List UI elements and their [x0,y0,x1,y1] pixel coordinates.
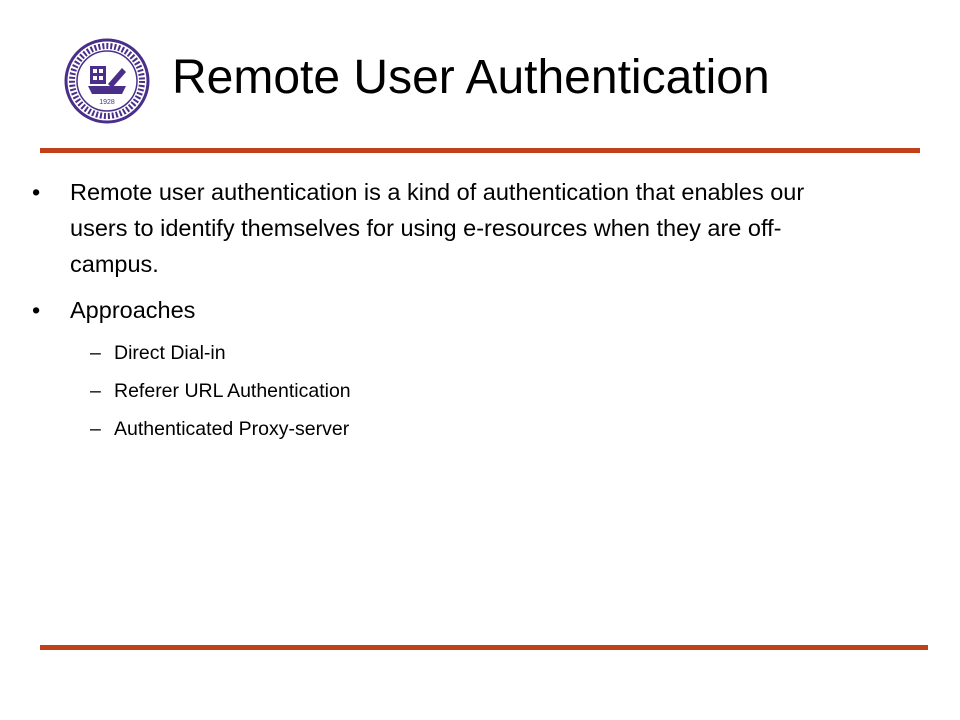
sub-marker: – [90,418,101,440]
sub-marker: – [90,380,101,402]
slide-body: • Remote user authentication is a kind o… [30,174,830,454]
bottom-divider [40,645,928,650]
bullet-marker: • [32,179,41,205]
sub-item-text: Authenticated Proxy-server [114,418,350,440]
seal-year-text: 1928 [99,99,115,106]
sub-item: – Direct Dial-in [30,340,830,366]
sub-item-text: Referer URL Authentication [114,380,351,402]
sub-item: – Referer URL Authentication [30,378,830,404]
university-seal-icon: 1928 [64,38,150,124]
sub-marker: – [90,342,101,364]
bullet-text-definition: Remote user authentication is a kind of … [70,179,805,277]
sub-item: – Authenticated Proxy-server [30,416,830,442]
bullet-item: • Remote user authentication is a kind o… [30,174,830,282]
sub-item-text: Direct Dial-in [114,342,226,364]
top-divider [40,148,920,153]
bullet-text-approaches: Approaches [70,297,196,323]
bullet-item: • Approaches [30,292,830,328]
bullet-marker: • [32,297,41,323]
slide-title: Remote User Authentication [172,51,770,104]
